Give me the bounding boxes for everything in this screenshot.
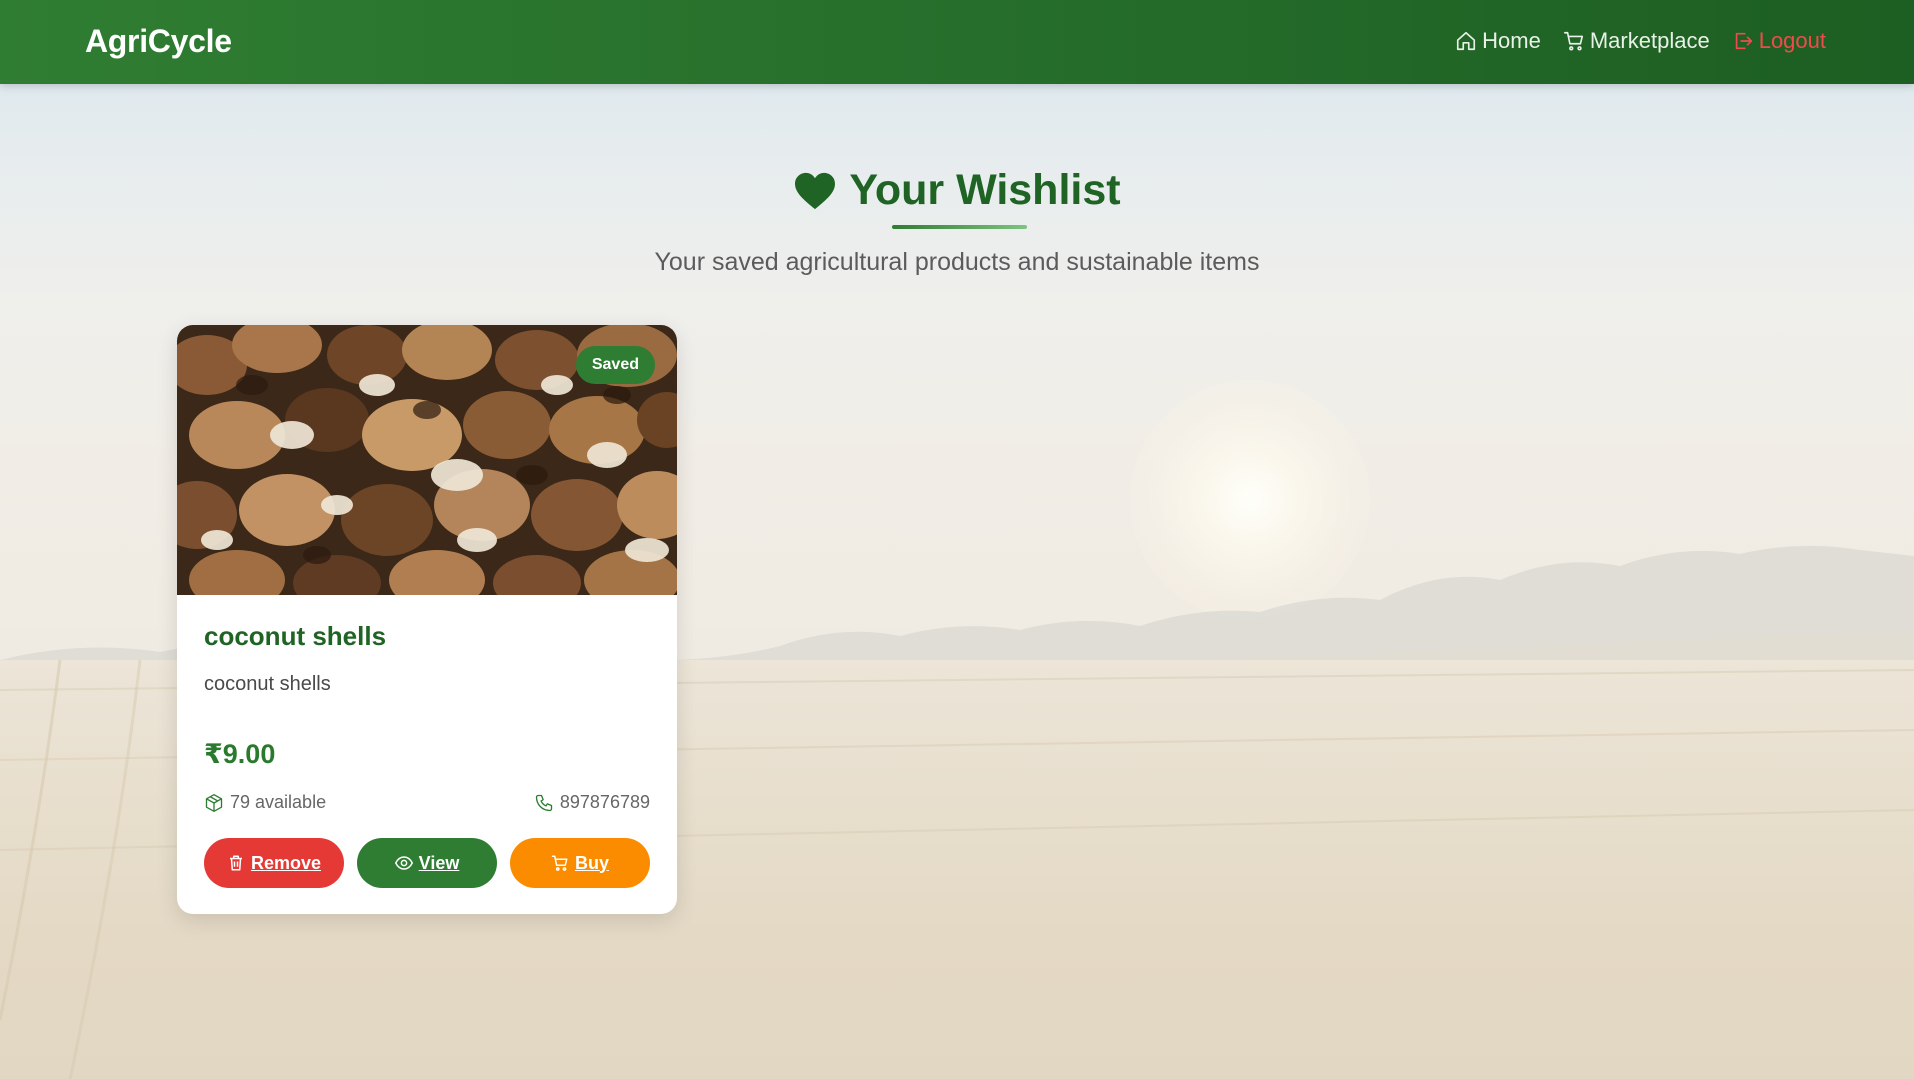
navbar: AgriCycle Home Marketplace Logout — [0, 0, 1914, 84]
view-label: View — [418, 852, 460, 873]
remove-label: Remove — [250, 852, 322, 873]
buy-label: Buy — [574, 852, 609, 873]
phone-text: 897876789 — [559, 792, 650, 812]
wishlist-card: Saved coconut shells coconut shells ₹9.0… — [177, 325, 677, 914]
logout-icon — [1735, 32, 1752, 50]
nav-logout-label: Logout — [1758, 28, 1826, 53]
product-name: coconut shells — [204, 621, 387, 651]
home-icon — [1457, 31, 1476, 51]
page-heading: Your Wishlist — [0, 166, 1914, 215]
availability: 79 available — [204, 792, 326, 813]
title-underline — [892, 225, 1027, 229]
nav-marketplace-label: Marketplace — [1589, 28, 1710, 53]
page-subtitle: Your saved agricultural products and sus… — [654, 248, 1260, 276]
nav-links: Home Marketplace Logout — [1455, 28, 1826, 54]
box-icon — [205, 793, 223, 812]
nav-marketplace[interactable]: Marketplace — [1563, 28, 1710, 54]
remove-button[interactable]: Remove — [204, 838, 344, 888]
brand-logo[interactable]: AgriCycle — [85, 23, 232, 60]
eye-icon — [394, 856, 413, 870]
phone-icon — [535, 794, 553, 811]
heart-icon — [795, 172, 836, 209]
trash-icon — [229, 855, 242, 871]
buy-button[interactable]: Buy — [510, 838, 650, 888]
nav-home-label: Home — [1482, 28, 1541, 53]
product-price: ₹9.00 — [204, 739, 276, 769]
cart-icon — [551, 855, 568, 871]
nav-home[interactable]: Home — [1455, 28, 1541, 54]
availability-text: 79 available — [230, 792, 327, 812]
cart-icon — [1563, 31, 1583, 51]
nav-logout[interactable]: Logout — [1732, 28, 1826, 54]
product-description: coconut shells — [204, 673, 331, 695]
view-button[interactable]: View — [357, 838, 497, 888]
saved-badge: Saved — [575, 346, 655, 384]
contact-phone: 897876789 — [534, 792, 650, 813]
page-title: Your Wishlist — [849, 166, 1121, 214]
